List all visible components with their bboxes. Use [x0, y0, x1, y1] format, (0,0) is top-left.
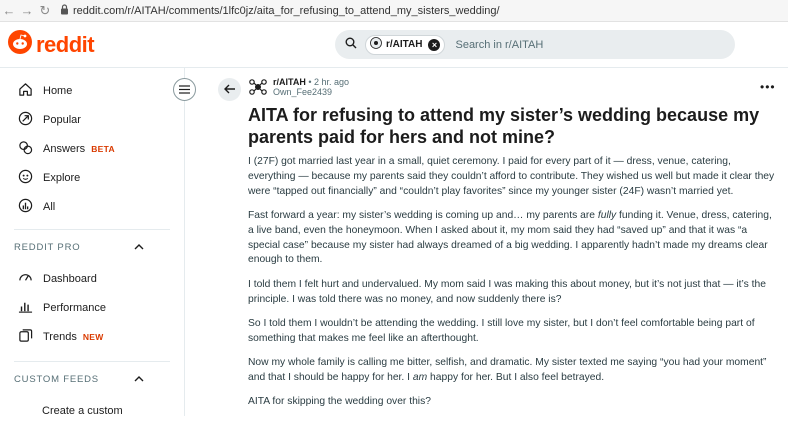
subreddit-avatar[interactable] [248, 77, 268, 102]
sidebar-item-label: Answers [43, 142, 86, 155]
answers-icon [18, 140, 43, 158]
all-icon [18, 198, 43, 216]
home-icon [18, 82, 43, 100]
chip-close-icon[interactable]: × [428, 38, 441, 51]
subreddit-icon [370, 37, 382, 52]
popular-icon [18, 111, 43, 129]
more-options-button[interactable]: ••• [760, 80, 776, 94]
sidebar-item-trends[interactable]: Trends NEW [0, 322, 184, 351]
reddit-header: reddit r/AITAH × Search in r/AITAH [0, 22, 788, 68]
performance-icon [18, 299, 43, 317]
post-meta: r/AITAH • 2 hr. ago Own_Fee2439 [273, 77, 349, 97]
back-button[interactable] [218, 78, 241, 101]
sidebar-item-label: Home [43, 84, 73, 97]
sidebar-item-explore[interactable]: Explore [0, 163, 184, 192]
sidebar-item-performance[interactable]: Performance [0, 293, 184, 322]
sidebar-item-label: Dashboard [43, 272, 97, 285]
reddit-snoo-icon [8, 30, 32, 59]
post-paragraph: Fast forward a year: my sister’s wedding… [248, 209, 772, 266]
sidebar-item-dashboard[interactable]: Dashboard [0, 264, 184, 293]
forward-arrow-icon[interactable]: → [18, 3, 36, 18]
url-text[interactable]: reddit.com/r/AITAH/comments/1lfc0jz/aita… [73, 5, 500, 17]
section-title: CUSTOM FEEDS [14, 373, 99, 385]
search-icon [345, 37, 357, 52]
arrow-left-icon [223, 81, 236, 99]
sidebar-item-label: All [43, 200, 56, 213]
chip-label: r/AITAH [386, 39, 423, 50]
post-header: r/AITAH • 2 hr. ago Own_Fee2439 [248, 77, 349, 102]
subreddit-link[interactable]: r/AITAH [273, 77, 306, 87]
menu-icon [179, 81, 190, 99]
new-badge: NEW [82, 331, 104, 342]
left-sidebar: Home Popular Answers BETA Explore All RE… [0, 68, 185, 417]
reddit-logo[interactable]: reddit [8, 30, 95, 59]
post-title: AITA for refusing to attend my sister’s … [248, 105, 760, 147]
author-link[interactable]: Own_Fee2439 [273, 87, 349, 97]
post-paragraph: I (27F) got married last year in a small… [248, 156, 775, 197]
sidebar-item-label: Performance [43, 301, 106, 314]
trends-icon [18, 328, 43, 346]
custom-feeds-section-header[interactable]: CUSTOM FEEDS [0, 362, 184, 396]
back-arrow-icon[interactable]: ← [0, 3, 18, 18]
sidebar-item-label: Trends [43, 330, 77, 343]
sidebar-item-label: Popular [43, 113, 81, 126]
sidebar-item-label: Create a custom [42, 404, 123, 417]
post-body: I (27F) got married last year in a small… [248, 155, 778, 420]
chevron-up-icon [134, 242, 144, 253]
dashboard-icon [18, 270, 43, 288]
sidebar-item-all[interactable]: All [0, 192, 184, 221]
lock-icon [60, 3, 69, 18]
beta-badge: BETA [91, 143, 115, 154]
post-paragraph: So I told them I wouldn’t be attending t… [248, 317, 755, 344]
explore-icon [18, 169, 43, 187]
section-title: REDDIT PRO [14, 241, 81, 253]
sidebar-item-popular[interactable]: Popular [0, 105, 184, 134]
reddit-pro-section-header[interactable]: REDDIT PRO [0, 230, 184, 264]
sidebar-item-answers[interactable]: Answers BETA [0, 134, 184, 163]
sidebar-item-label: Explore [43, 171, 81, 184]
chevron-up-icon [134, 374, 144, 385]
search-input[interactable]: Search in r/AITAH [455, 39, 543, 51]
sidebar-item-create-custom-feed[interactable]: Create a custom [0, 396, 184, 425]
post-age: • 2 hr. ago [308, 77, 350, 87]
post-paragraph: Now my whole family is calling me bitter… [248, 357, 767, 383]
subreddit-search-chip[interactable]: r/AITAH × [365, 34, 446, 55]
post-paragraph: AITA for skipping the wedding over this? [248, 396, 431, 408]
post-paragraph: I told them I felt hurt and undervalued.… [248, 278, 766, 305]
search-bar[interactable]: r/AITAH × Search in r/AITAH [335, 30, 735, 59]
browser-url-bar: ← → ↻ reddit.com/r/AITAH/comments/1lfc0j… [0, 0, 788, 22]
reddit-wordmark: reddit [36, 31, 95, 57]
sidebar-item-home[interactable]: Home [0, 76, 184, 105]
collapse-sidebar-button[interactable] [173, 78, 196, 101]
reload-icon[interactable]: ↻ [36, 3, 54, 19]
